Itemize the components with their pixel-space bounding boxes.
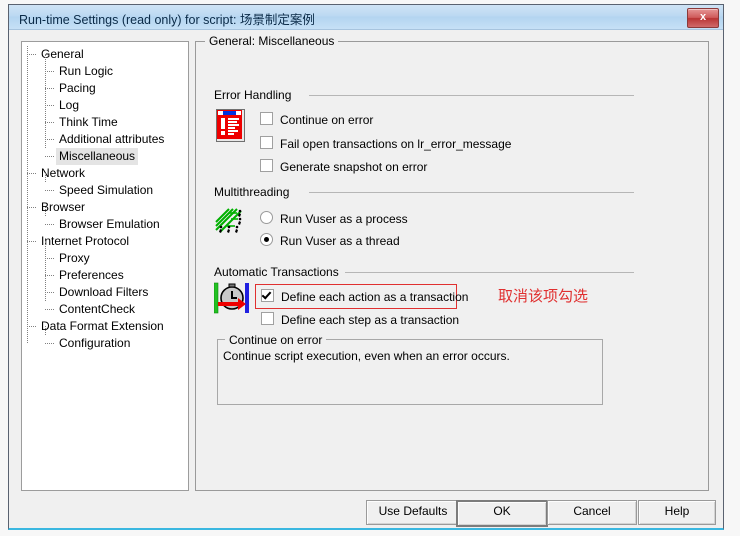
tree-item-browser[interactable]: Browser — [22, 199, 88, 216]
checkbox-box[interactable] — [261, 289, 274, 302]
tree-item-download-filters[interactable]: Download Filters — [22, 284, 151, 301]
window-title: Run-time Settings (read only) for script… — [19, 13, 315, 27]
checkbox-label: Fail open transactions on lr_error_messa… — [280, 137, 512, 151]
help-button[interactable]: Help — [638, 500, 716, 525]
error-page-icon — [216, 109, 245, 142]
checkbox-label: Define each action as a transaction — [281, 290, 469, 304]
tree-rail — [45, 173, 46, 182]
checkbox-box[interactable] — [261, 312, 274, 325]
tree-item-browser-emulation[interactable]: Browser Emulation — [22, 216, 163, 233]
tree-item-miscellaneous[interactable]: Miscellaneous — [22, 148, 139, 165]
run-time-settings-dialog: Run-time Settings (read only) for script… — [8, 4, 724, 530]
tree-item-think-time[interactable]: Think Time — [22, 114, 121, 131]
description-text: Continue script execution, even when an … — [223, 349, 510, 363]
radio-run-vuser-as-thread[interactable]: Run Vuser as a thread — [260, 233, 400, 249]
tree-item-label: ContentCheck — [59, 302, 136, 316]
tree-item-label: Miscellaneous — [56, 148, 139, 165]
radio-box[interactable] — [260, 211, 273, 224]
radio-box[interactable] — [260, 233, 273, 246]
settings-tree[interactable]: General Run Logic Pacing Log Think Time Addit… — [21, 41, 189, 491]
checkbox-label: Generate snapshot on error — [280, 160, 428, 174]
tree-item-data-format-extension[interactable]: Data Format Extension — [22, 318, 167, 335]
checkbox-define-action-transaction[interactable]: Define each action as a transaction — [261, 289, 468, 305]
radio-label: Run Vuser as a thread — [280, 234, 400, 248]
description-legend: Continue on error — [225, 333, 327, 347]
checkbox-label: Continue on error — [280, 113, 374, 127]
tree-item-label: Data Format Extension — [41, 319, 164, 333]
error-handling-title: Error Handling — [214, 88, 298, 102]
tree-item-label: Pacing — [59, 81, 96, 95]
tree-item-preferences[interactable]: Preferences — [22, 267, 127, 284]
tree-item-log[interactable]: Log — [22, 97, 82, 114]
stopwatch-icon — [213, 282, 250, 314]
title-bar: Run-time Settings (read only) for script… — [9, 5, 723, 30]
checkbox-generate-snapshot[interactable]: Generate snapshot on error — [260, 159, 427, 175]
annotation-text: 取消该项勾选 — [498, 287, 589, 305]
radio-run-vuser-as-process[interactable]: Run Vuser as a process — [260, 211, 408, 227]
tree-item-label: Configuration — [59, 336, 131, 350]
group-legend: General: Miscellaneous — [205, 34, 339, 48]
tree-rail — [45, 54, 46, 148]
tree-item-run-logic[interactable]: Run Logic — [22, 63, 116, 80]
tree-item-additional-attributes[interactable]: Additional attributes — [22, 131, 167, 148]
close-icon[interactable]: x — [687, 8, 719, 28]
threads-runners-icon — [215, 208, 247, 236]
ok-button[interactable]: OK — [456, 500, 548, 527]
radio-label: Run Vuser as a process — [280, 212, 408, 226]
use-defaults-button[interactable]: Use Defaults — [366, 500, 460, 525]
checkbox-continue-on-error[interactable]: Continue on error — [260, 112, 373, 128]
checkbox-box[interactable] — [260, 112, 273, 125]
automatic-transactions-title: Automatic Transactions — [214, 265, 345, 279]
dialog-body: General Run Logic Pacing Log Think Time Addit… — [9, 30, 723, 528]
checkbox-define-step-transaction[interactable]: Define each step as a transaction — [261, 312, 459, 328]
tree-item-pacing[interactable]: Pacing — [22, 80, 99, 97]
tree-rail — [45, 326, 46, 335]
tree-item-label: Browser Emulation — [59, 217, 160, 231]
multithreading-title: Multithreading — [214, 185, 296, 199]
tree-item-label: Run Logic — [59, 64, 114, 78]
tree-item-label: Proxy — [59, 251, 90, 265]
checkbox-box[interactable] — [260, 159, 273, 172]
checkbox-label: Define each step as a transaction — [281, 313, 460, 327]
tree-rail — [45, 207, 46, 216]
tree-item-label: Think Time — [59, 115, 118, 129]
tree-item-label: Speed Simulation — [59, 183, 154, 197]
tree-item-label: Log — [59, 98, 80, 112]
tree-rail — [45, 241, 46, 301]
tree-item-label: Download Filters — [59, 285, 149, 299]
tree-item-contentcheck[interactable]: ContentCheck — [22, 301, 138, 318]
tree-item-general[interactable]: General — [22, 46, 87, 63]
checkbox-fail-open-transactions[interactable]: Fail open transactions on lr_error_messa… — [260, 136, 511, 152]
tree-item-network[interactable]: Network — [22, 165, 88, 182]
tree-item-proxy[interactable]: Proxy — [22, 250, 93, 267]
cancel-button[interactable]: Cancel — [547, 500, 637, 525]
tree-item-configuration[interactable]: Configuration — [22, 335, 133, 352]
tree-item-speed-simulation[interactable]: Speed Simulation — [22, 182, 156, 199]
tree-item-label: Preferences — [59, 268, 124, 282]
tree-item-internet-protocol[interactable]: Internet Protocol — [22, 233, 132, 250]
tree-item-label: Additional attributes — [59, 132, 165, 146]
checkbox-box[interactable] — [260, 136, 273, 149]
tree-item-label: Internet Protocol — [41, 234, 130, 248]
